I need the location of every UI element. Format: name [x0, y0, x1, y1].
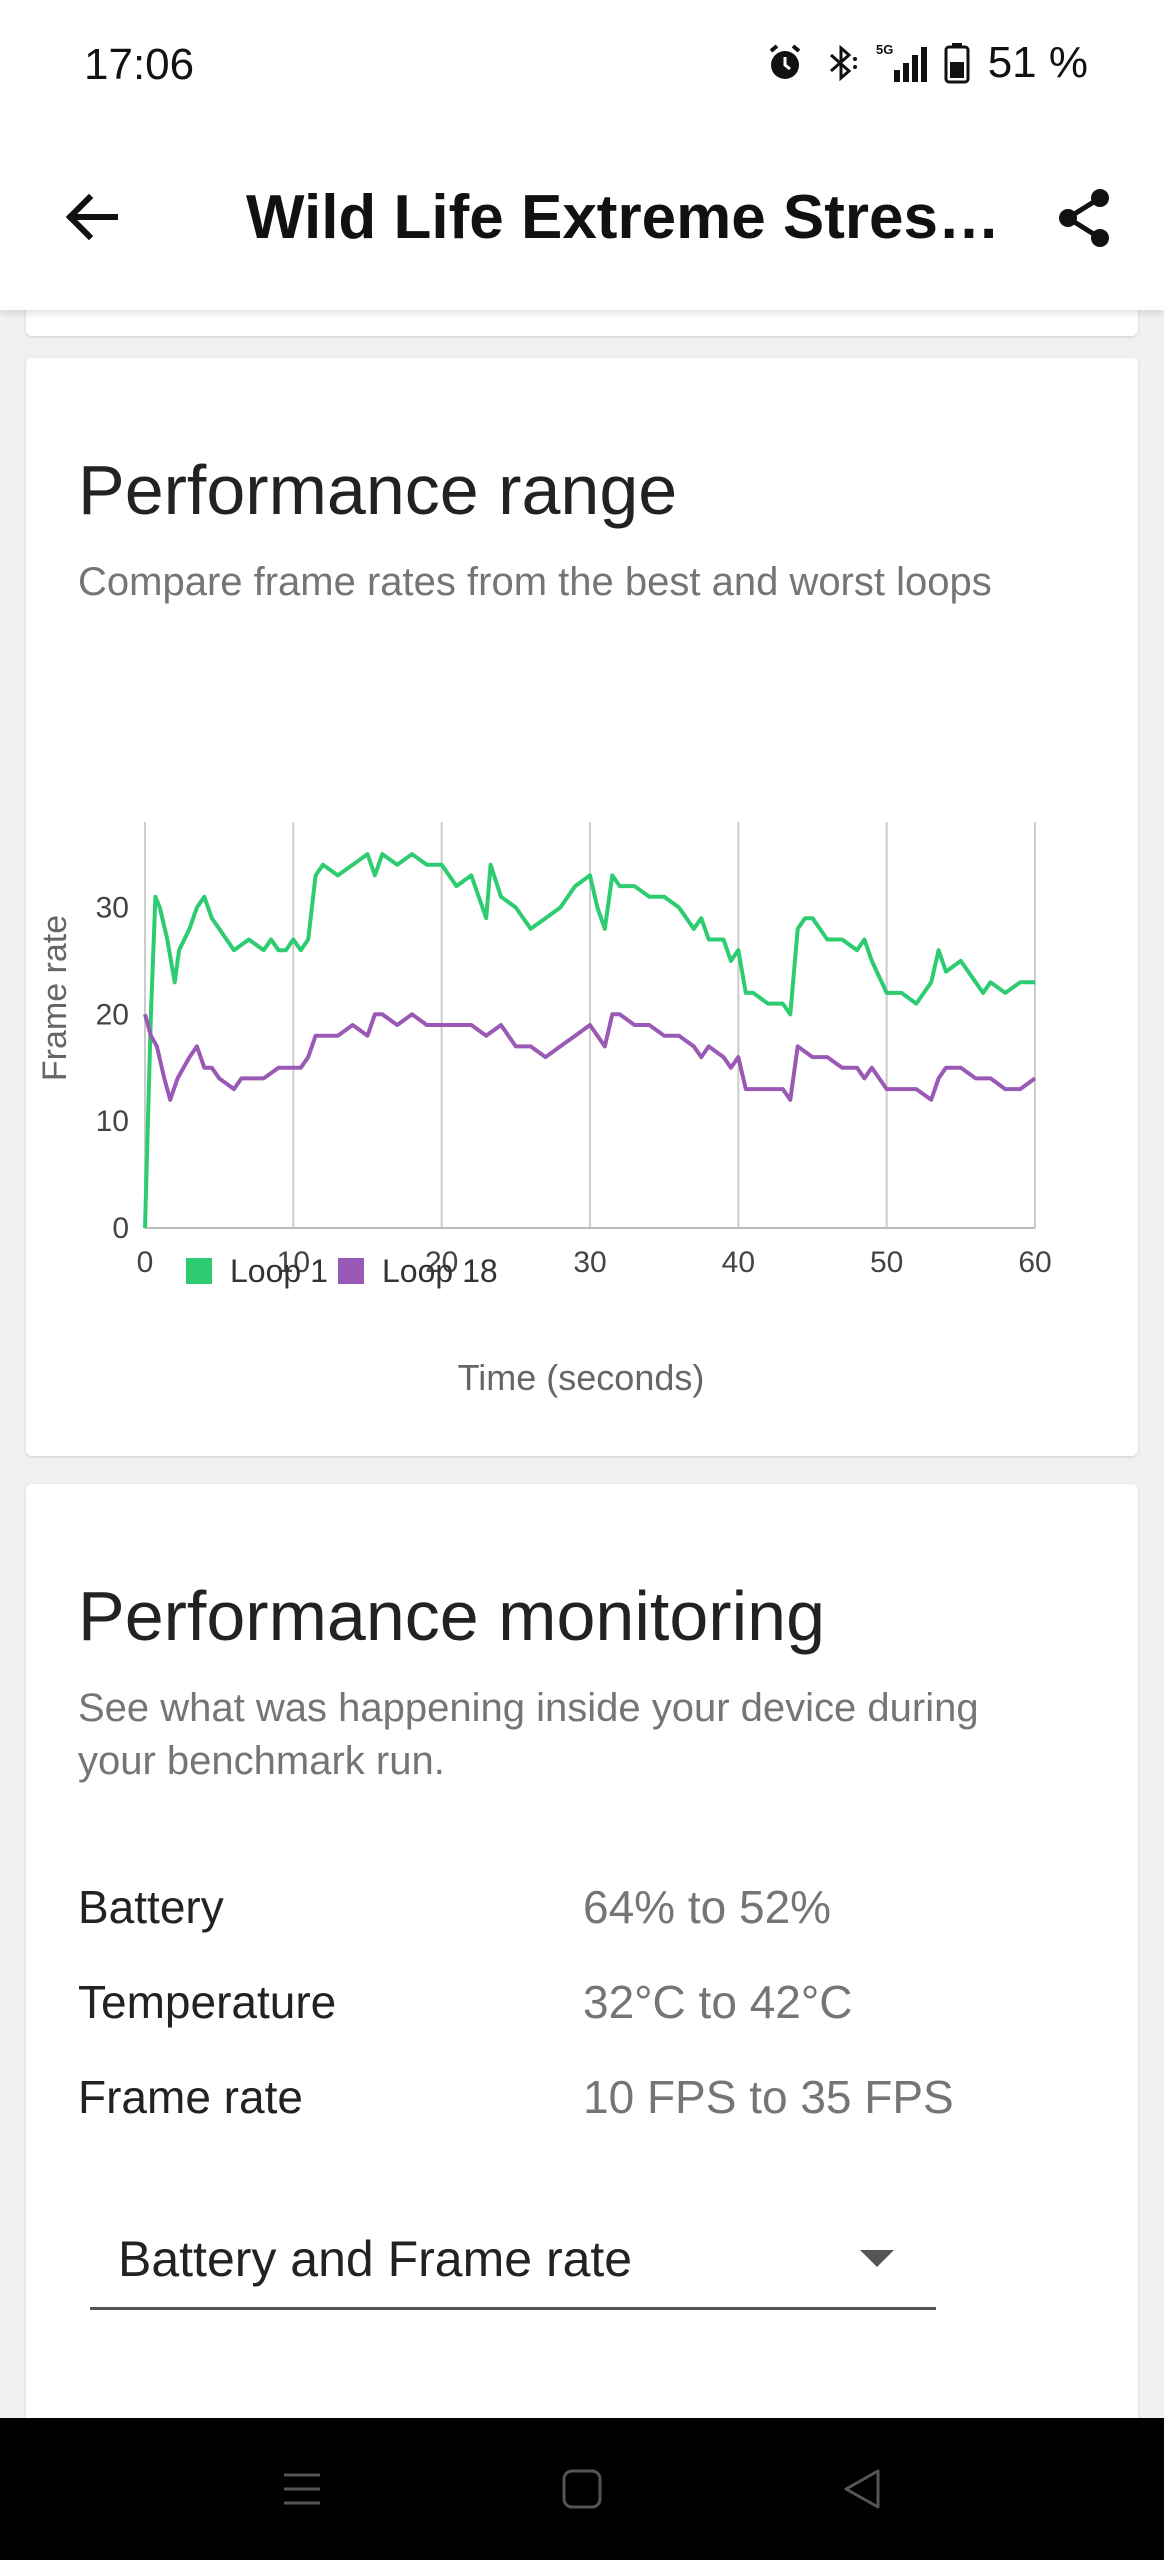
system-nav-bar: [0, 2418, 1164, 2560]
legend-swatch: [186, 1258, 212, 1284]
arrow-left-icon: [65, 193, 118, 241]
performance-monitoring-title: Performance monitoring: [78, 1577, 825, 1655]
frame-rate-chart: 0 10 20 30 40 50 60 0 10 20 30 Loop 1 Loop 18 Frame…: [26, 798, 1138, 1448]
caret-down-icon: [860, 2250, 894, 2267]
y-tick-label: 30: [96, 891, 129, 924]
dropdown-selected-value: Battery and Frame rate: [118, 2231, 633, 2287]
stat-label: Temperature: [78, 1976, 337, 2028]
network-type-label: 5G: [876, 42, 893, 57]
share-button[interactable]: [1044, 178, 1124, 258]
status-time: 17:06: [84, 40, 195, 89]
y-tick-label: 10: [96, 1105, 129, 1138]
stat-row-temperature: Temperature 32°C to 42°C: [78, 1975, 1078, 2045]
share-icon: [1059, 189, 1109, 247]
x-tick-label: 60: [1018, 1246, 1051, 1279]
performance-range-title: Performance range: [78, 451, 678, 529]
nav-menu-button[interactable]: [272, 2459, 332, 2519]
status-bar: 17:06 5G 51 %: [0, 0, 1164, 130]
stat-label: Battery: [78, 1881, 224, 1933]
bluetooth-icon: [820, 42, 862, 84]
frame-rate-chart-svg: 0 10 20 30 40 50 600102030 Loop 1 Loop 18 Frame…: [36, 822, 1052, 1398]
y-tick-label: 0: [112, 1212, 129, 1245]
menu-icon: [284, 2473, 320, 2505]
performance-monitoring-subtitle: See what was happening inside your devic…: [78, 1686, 979, 1783]
x-tick-label: 40: [722, 1246, 755, 1279]
page-title: Wild Life Extreme Stress…: [246, 183, 1016, 252]
y-tick-label: 20: [96, 998, 129, 1031]
battery-icon: [944, 42, 970, 84]
x-axis-label: Time (seconds): [458, 1357, 705, 1398]
x-tick-label: 30: [573, 1246, 606, 1279]
performance-monitoring-card: Performance monitoring See what was happ…: [26, 1484, 1138, 2484]
x-tick-label: 50: [870, 1246, 903, 1279]
nav-back-button[interactable]: [832, 2459, 892, 2519]
y-axis-label: Frame rate: [36, 915, 74, 1081]
stat-value: 32°C to 42°C: [583, 1976, 853, 2028]
back-button[interactable]: [56, 182, 126, 252]
legend-label: Loop 1: [230, 1253, 328, 1289]
legend-swatch: [338, 1258, 364, 1284]
stat-row-frame-rate: Frame rate 10 FPS to 35 FPS: [78, 2070, 1078, 2140]
performance-range-card: Performance range Compare frame rates fr…: [26, 358, 1138, 1456]
home-icon: [562, 2469, 602, 2509]
performance-range-subtitle: Compare frame rates from the best and wo…: [78, 560, 992, 604]
metric-dropdown[interactable]: Battery and Frame rate: [90, 2210, 936, 2310]
back-triangle-icon: [844, 2469, 880, 2509]
stat-value: 64% to 52%: [583, 1881, 832, 1933]
nav-home-button[interactable]: [552, 2459, 612, 2519]
stat-label: Frame rate: [78, 2071, 303, 2123]
x-tick-label: 0: [137, 1246, 154, 1279]
status-icons: 5G 51 %: [764, 38, 1088, 88]
stat-row-battery: Battery 64% to 52%: [78, 1880, 1078, 1950]
alarm-icon: [764, 42, 806, 84]
battery-percentage: 51 %: [987, 38, 1088, 87]
signal-icon: 5G: [876, 42, 930, 84]
app-bar: Wild Life Extreme Stress…: [0, 130, 1164, 310]
stat-value: 10 FPS to 35 FPS: [583, 2071, 954, 2123]
legend-label: Loop 18: [382, 1253, 498, 1289]
